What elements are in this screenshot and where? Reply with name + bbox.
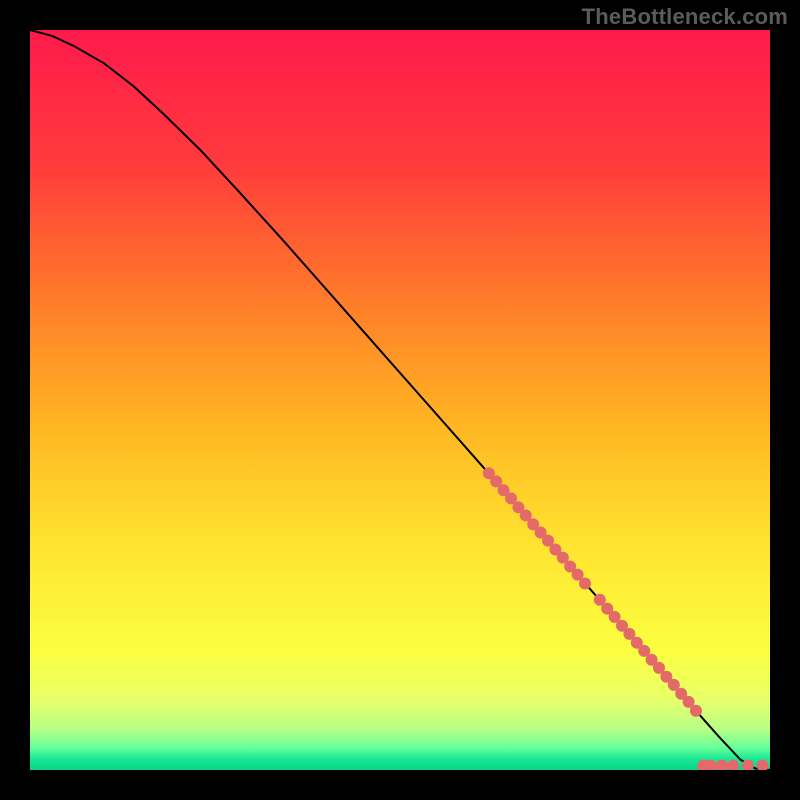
chart-plot-area (30, 30, 770, 770)
chart-dot (690, 705, 702, 717)
chart-background (30, 30, 770, 770)
watermark-label: TheBottleneck.com (582, 4, 788, 30)
chart-svg (30, 30, 770, 770)
chart-stage: TheBottleneck.com (0, 0, 800, 800)
chart-dot (579, 578, 591, 590)
